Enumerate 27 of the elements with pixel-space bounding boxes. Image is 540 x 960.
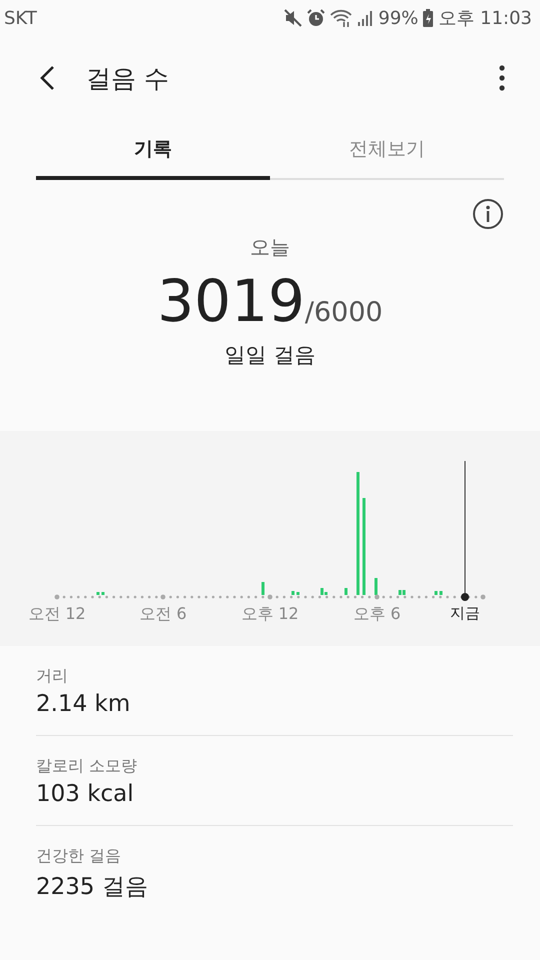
stat-label: 거리 xyxy=(36,666,69,687)
step-goal: /6000 xyxy=(304,297,383,328)
day-label: 오늘 xyxy=(250,234,290,261)
axis-label: 오후 6 xyxy=(353,604,401,625)
stat-label: 칼로리 소모량 xyxy=(36,756,138,777)
stat-value: 2235 걸음 xyxy=(36,873,149,902)
axis-label: 지금 xyxy=(450,604,480,623)
battery-icon xyxy=(423,9,434,27)
more-icon xyxy=(498,65,506,91)
page-title: 걸음 수 xyxy=(86,62,170,94)
mute-icon xyxy=(284,9,302,27)
signal-icon xyxy=(357,9,374,27)
axis-label: 오후 12 xyxy=(241,604,299,625)
stat-value: 2.14 km xyxy=(36,691,132,717)
step-caption: 일일 걸음 xyxy=(224,342,316,369)
clock-time: 오후 11:03 xyxy=(438,7,532,30)
stat-value: 103 kcal xyxy=(36,781,135,807)
battery-level: 99% xyxy=(378,8,418,28)
step-count: 3019 xyxy=(157,267,305,335)
alarm-icon xyxy=(307,9,326,27)
wifi-icon xyxy=(330,9,352,27)
info-icon[interactable] xyxy=(472,198,504,230)
stat-label: 건강한 걸음 xyxy=(36,846,122,867)
axis-label: 오전 12 xyxy=(28,604,86,625)
tab[interactable]: 기록 xyxy=(36,120,270,180)
carrier-name: SKT xyxy=(4,8,37,28)
axis-label: 오전 6 xyxy=(139,604,187,625)
